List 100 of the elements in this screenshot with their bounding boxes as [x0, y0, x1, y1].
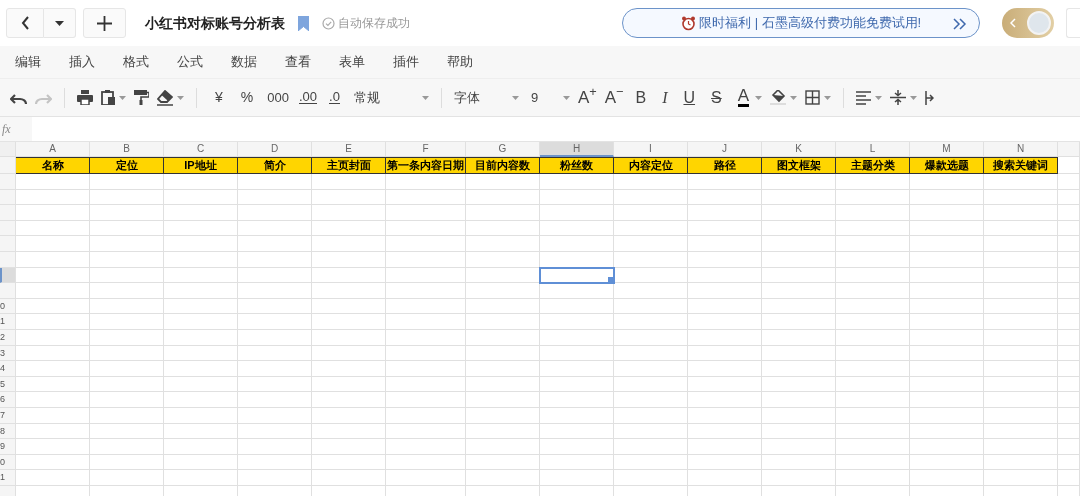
grid-cell[interactable] — [836, 314, 910, 330]
grid-cell[interactable] — [90, 189, 164, 206]
grid-cell[interactable] — [688, 423, 762, 440]
grid-cell[interactable] — [90, 174, 164, 190]
grid-cell[interactable] — [90, 298, 164, 315]
grid-cell[interactable] — [164, 251, 238, 268]
grid-cell[interactable] — [16, 329, 90, 346]
grid-cell[interactable] — [540, 439, 614, 455]
grid-cell[interactable] — [466, 205, 540, 221]
grid-cell[interactable] — [312, 174, 386, 190]
grid-cell[interactable] — [614, 236, 688, 252]
grid-cell[interactable] — [836, 392, 910, 408]
grid-cell[interactable] — [238, 298, 312, 315]
grid-cell[interactable] — [164, 423, 238, 440]
grid-cell[interactable] — [386, 329, 466, 346]
grid-cell[interactable] — [238, 345, 312, 362]
grid-cell[interactable] — [836, 298, 910, 315]
grid-cell[interactable] — [90, 454, 164, 471]
grid-cell[interactable] — [386, 314, 466, 330]
grid-cell[interactable] — [1058, 267, 1080, 284]
grid-cell[interactable] — [90, 236, 164, 252]
grid-cell[interactable] — [238, 236, 312, 252]
grid-cell[interactable] — [910, 267, 984, 284]
grid-cell[interactable] — [238, 329, 312, 346]
grid-cell[interactable] — [910, 220, 984, 237]
grid-cell[interactable] — [1058, 376, 1080, 393]
grid-cell[interactable] — [164, 361, 238, 377]
grid-cell[interactable] — [540, 423, 614, 440]
grid-cell[interactable] — [540, 329, 614, 346]
grid-cell[interactable] — [688, 439, 762, 455]
grid-cell[interactable] — [614, 423, 688, 440]
grid-cell[interactable] — [16, 283, 90, 299]
grid-cell[interactable] — [90, 267, 164, 284]
grid-cell[interactable] — [466, 376, 540, 393]
grid-cell[interactable] — [386, 439, 466, 455]
grid-cell[interactable] — [836, 345, 910, 362]
grid-cell[interactable] — [90, 361, 164, 377]
grid-cell[interactable] — [312, 376, 386, 393]
grid-cell[interactable] — [16, 298, 90, 315]
grid-cell[interactable] — [688, 236, 762, 252]
grid-cell[interactable] — [466, 189, 540, 206]
grid-cell[interactable] — [540, 376, 614, 393]
grid-cell[interactable] — [1058, 361, 1080, 377]
italic-button[interactable]: I — [654, 84, 676, 111]
grid-cell[interactable] — [238, 454, 312, 471]
grid-cell[interactable] — [984, 439, 1058, 455]
back-button[interactable] — [6, 8, 44, 38]
grid-cell[interactable] — [688, 205, 762, 221]
grid-cell[interactable] — [984, 454, 1058, 471]
grid-cell[interactable] — [238, 470, 312, 486]
grid-cell[interactable] — [614, 220, 688, 237]
grid-cell[interactable] — [164, 283, 238, 299]
grid-cell[interactable] — [984, 251, 1058, 268]
grid-cell[interactable] — [910, 392, 984, 408]
grid-cell[interactable] — [762, 205, 836, 221]
grid-cell[interactable] — [762, 439, 836, 455]
grid-cell[interactable] — [238, 283, 312, 299]
grid-cell[interactable] — [90, 314, 164, 330]
grid-cell[interactable] — [614, 267, 688, 284]
grid-cell[interactable] — [836, 236, 910, 252]
menu-item[interactable]: 帮助 — [447, 52, 473, 72]
grid-cell[interactable] — [386, 392, 466, 408]
column-header[interactable] — [1058, 142, 1080, 157]
grid-cell[interactable] — [762, 220, 836, 237]
grid-cell[interactable] — [1058, 220, 1080, 237]
grid-cell[interactable] — [238, 407, 312, 424]
grid-cell[interactable] — [984, 470, 1058, 486]
grid-cell[interactable] — [16, 454, 90, 471]
grid-cell[interactable] — [238, 423, 312, 440]
grid-cell[interactable] — [910, 454, 984, 471]
grid-cell[interactable] — [238, 361, 312, 377]
grid-cell[interactable] — [540, 345, 614, 362]
grid-cell[interactable] — [540, 174, 614, 190]
grid-cell[interactable] — [238, 267, 312, 284]
grid-cell[interactable] — [16, 236, 90, 252]
grid-cell[interactable] — [984, 189, 1058, 206]
grid-cell[interactable] — [466, 407, 540, 424]
grid-cell[interactable] — [238, 314, 312, 330]
grid-cell[interactable] — [614, 361, 688, 377]
menu-item[interactable]: 表单 — [339, 52, 365, 72]
column-header[interactable]: L — [836, 142, 910, 157]
column-header[interactable]: E — [312, 142, 386, 157]
grid-cell[interactable] — [688, 376, 762, 393]
grid-cell[interactable] — [540, 298, 614, 315]
grid-cell[interactable] — [16, 423, 90, 440]
grid-cell[interactable] — [910, 298, 984, 315]
grid-cell[interactable] — [614, 407, 688, 424]
grid-cell[interactable] — [688, 189, 762, 206]
grid-cell[interactable] — [312, 423, 386, 440]
grid-cell[interactable] — [312, 236, 386, 252]
grid-cell[interactable] — [90, 251, 164, 268]
grid-cell[interactable] — [910, 236, 984, 252]
grid-cell[interactable] — [16, 361, 90, 377]
grid-cell[interactable] — [386, 251, 466, 268]
grid-cell[interactable] — [762, 314, 836, 330]
grid-cell[interactable] — [386, 283, 466, 299]
grid-cell[interactable] — [164, 314, 238, 330]
grid-cell[interactable] — [984, 283, 1058, 299]
column-header[interactable]: B — [90, 142, 164, 157]
grid-cell[interactable] — [90, 423, 164, 440]
